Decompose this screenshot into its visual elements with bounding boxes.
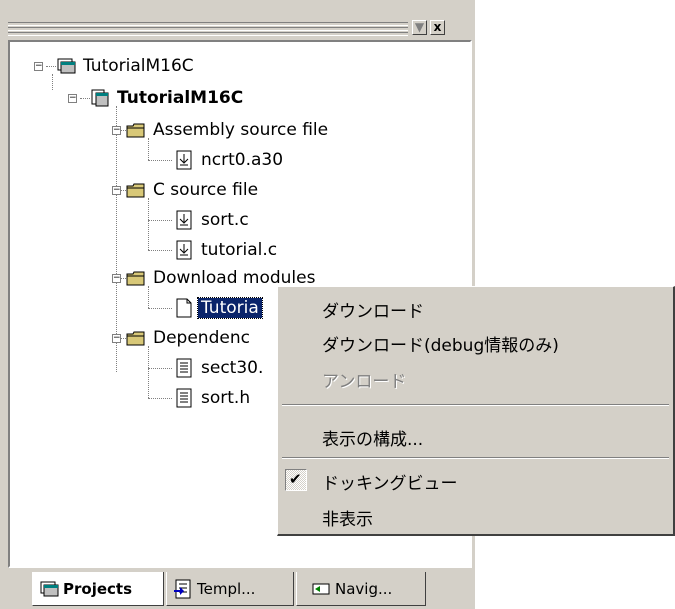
source-file-icon (174, 150, 194, 170)
menu-item-unload[interactable]: アンロード (322, 367, 406, 392)
tab-projects[interactable]: Projects (32, 572, 164, 606)
workspace-icon (39, 579, 59, 599)
header-file-icon (174, 358, 194, 378)
panel-options-button[interactable]: ▼ (412, 20, 427, 35)
expander-download[interactable]: − (112, 274, 121, 283)
tree-folder-c-source[interactable]: C source file (126, 178, 261, 202)
menu-item-docking-view[interactable]: ドッキングビュー (322, 469, 458, 494)
panel-tabs: Projects Templ... Navig... (0, 572, 475, 609)
tree-file-download-module[interactable]: Tutoria (174, 296, 263, 320)
tree-folder-label: Download modules (153, 268, 316, 288)
tree-project[interactable]: TutorialM16C (90, 86, 246, 110)
tree-file-label: sort.h (201, 388, 251, 408)
tree-file-sort-h[interactable]: sort.h (174, 386, 253, 410)
folder-icon (126, 268, 146, 288)
blank-file-icon (174, 298, 194, 318)
folder-icon (126, 328, 146, 348)
workspace-icon (56, 56, 76, 76)
template-icon (173, 579, 193, 599)
menu-item-display-config[interactable]: 表示の構成... (322, 425, 423, 450)
tree-folder-label: Assembly source file (153, 120, 329, 140)
tree-file-tutorial-c[interactable]: tutorial.c (174, 238, 280, 262)
panel-gripper[interactable] (8, 22, 408, 36)
project-icon (90, 88, 110, 108)
panel-close-button[interactable]: x (430, 20, 445, 35)
expander-dependencies[interactable]: − (112, 334, 121, 343)
header-file-icon (174, 388, 194, 408)
tree-folder-label: Dependenc (153, 328, 250, 348)
expander-c-source[interactable]: − (112, 186, 121, 195)
tree-root[interactable]: TutorialM16C (56, 54, 197, 78)
tree-file-label: sect30. (201, 358, 264, 378)
source-file-icon (174, 210, 194, 230)
tree-root-label: TutorialM16C (83, 56, 194, 76)
tree-file-sect30[interactable]: sect30. (174, 356, 266, 380)
tree-file-ncrt0[interactable]: ncrt0.a30 (174, 148, 286, 172)
menu-separator (282, 457, 669, 459)
expander-project[interactable]: − (68, 94, 77, 103)
expander-root[interactable]: − (34, 62, 43, 71)
menu-item-download[interactable]: ダウンロード (322, 297, 424, 322)
tree-file-label: ncrt0.a30 (201, 150, 284, 170)
tree-file-label: Tutoria (197, 297, 263, 319)
folder-icon (126, 120, 146, 140)
tab-navigation-label: Navig... (335, 579, 393, 598)
menu-separator (282, 404, 669, 406)
tree-folder-assembly[interactable]: Assembly source file (126, 118, 331, 142)
expander-assembly[interactable]: − (112, 126, 121, 135)
source-file-icon (174, 240, 194, 260)
tab-navigation[interactable]: Navig... (296, 572, 426, 606)
tree-file-label: sort.c (201, 210, 249, 230)
tab-templates-label: Templ... (197, 579, 256, 598)
tree-folder-dependencies[interactable]: Dependenc (126, 326, 253, 350)
checkmark-icon: ✔ (285, 469, 307, 491)
menu-item-hide[interactable]: 非表示 (322, 505, 373, 530)
folder-icon (126, 180, 146, 200)
tree-project-label: TutorialM16C (117, 88, 244, 108)
context-menu: ダウンロード ダウンロード(debug情報のみ) アンロード 表示の構成... … (277, 286, 675, 536)
tree-file-label: tutorial.c (201, 240, 278, 260)
menu-item-download-debug-only[interactable]: ダウンロード(debug情報のみ) (322, 331, 559, 356)
tab-templates[interactable]: Templ... (166, 572, 294, 606)
tree-folder-label: C source file (153, 180, 259, 200)
tab-projects-label: Projects (63, 579, 133, 598)
tree-file-sort-c[interactable]: sort.c (174, 208, 252, 232)
navigation-icon (311, 579, 331, 599)
